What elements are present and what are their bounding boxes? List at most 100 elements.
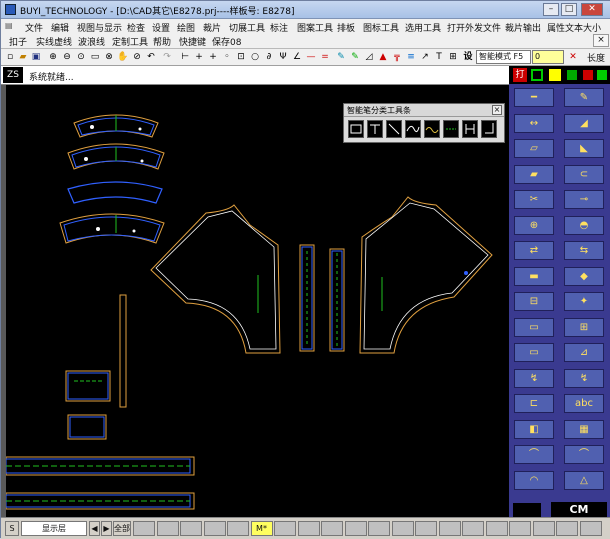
menu-select-tools[interactable]: 选用工具 <box>405 21 441 34</box>
palette-tool-icon[interactable]: ▭ <box>514 343 554 362</box>
corner-tool-icon[interactable] <box>481 120 497 138</box>
measure-icon[interactable]: ∂ <box>263 51 275 63</box>
palette-tool-icon[interactable]: ↯ <box>514 368 554 388</box>
palette-tool-icon[interactable]: ◧ <box>514 419 554 439</box>
palette-tool-icon[interactable]: ◓ <box>564 215 604 235</box>
next-layer-button[interactable]: ▶ <box>101 521 112 536</box>
circle-icon[interactable]: ○ <box>249 51 261 63</box>
palette-tool-icon[interactable]: ⊸ <box>564 190 604 209</box>
zoom-out-icon[interactable]: ⊖ <box>61 51 73 63</box>
menu-check[interactable]: 检查 <box>127 21 145 34</box>
palette-tool-icon[interactable]: ⇄ <box>514 241 554 260</box>
layer-cell[interactable] <box>156 521 179 536</box>
palette-tool-icon[interactable]: ⌒ <box>514 445 554 464</box>
menu-attr-text-size[interactable]: 属性文本大小 <box>547 21 601 34</box>
value-input[interactable]: 0 <box>532 50 564 64</box>
palette-tri-icon[interactable] <box>597 70 607 80</box>
zoom-all-icon[interactable]: ⊗ <box>103 51 115 63</box>
pencil-cyan-icon[interactable]: ✎ <box>335 51 347 63</box>
palette-tool-icon[interactable]: ◠ <box>514 470 554 490</box>
palette-tool-icon[interactable]: ◣ <box>564 139 604 158</box>
layer-select[interactable]: 显示层 <box>21 521 87 536</box>
palette-mode-button[interactable]: 打 <box>513 68 527 82</box>
title-bar[interactable]: BUYI_TECHNOLOGY - [D:\CAD其它\E8278.prj---… <box>1 1 610 19</box>
seam-blue-icon[interactable]: ≡ <box>405 51 417 63</box>
palette-red-icon[interactable] <box>583 70 593 80</box>
minimize-button[interactable]: – <box>543 3 559 16</box>
layer-cell[interactable] <box>556 521 578 536</box>
angle-icon[interactable]: ∠ <box>291 51 303 63</box>
mode-select[interactable]: 智能模式 F5 <box>476 50 531 64</box>
palette-tool-icon[interactable]: ▦ <box>564 419 604 439</box>
palette-tool-icon[interactable]: ✂ <box>514 190 554 209</box>
rect-tool-icon[interactable] <box>348 120 364 138</box>
h-tool-icon[interactable] <box>462 120 478 138</box>
layer-cell[interactable] <box>415 521 437 536</box>
palette-tool-icon[interactable]: ✦ <box>564 292 604 311</box>
menu-settings[interactable]: 设置 <box>152 21 170 34</box>
dash-tool-icon[interactable] <box>443 120 459 138</box>
menu-pattern-tools[interactable]: 图案工具 <box>297 21 333 34</box>
text-t-icon[interactable]: T <box>433 51 445 63</box>
set-button[interactable]: 设 <box>462 51 474 63</box>
prev-layer-button[interactable]: ◀ <box>89 521 100 536</box>
smart-pen-toolbar-close[interactable]: × <box>492 105 502 115</box>
calculator-icon[interactable] <box>513 503 541 517</box>
arrow-icon[interactable]: ↗ <box>419 51 431 63</box>
redo-icon[interactable]: ↷ <box>161 51 173 63</box>
palette-tool-icon[interactable]: ⌒ <box>564 445 604 464</box>
layer-cell[interactable] <box>532 521 555 536</box>
palette-tool-icon[interactable]: ▭ <box>514 317 554 337</box>
palette-tool-icon[interactable]: ▱ <box>514 139 554 158</box>
curve-tool-icon[interactable] <box>405 120 421 138</box>
palette-tool-icon[interactable]: ⊏ <box>514 394 554 413</box>
layer-cell[interactable] <box>368 521 390 536</box>
all-layers-button[interactable]: 全部 <box>113 521 131 536</box>
palette-tool-icon[interactable]: ⇆ <box>564 241 604 260</box>
palette-tool-icon[interactable]: abc <box>564 394 604 413</box>
palette-tool-icon[interactable]: ⊞ <box>564 317 604 337</box>
menu-draw[interactable]: 绘图 <box>177 21 195 34</box>
menu-file[interactable]: 文件 <box>25 21 43 34</box>
box-icon[interactable]: ⊡ <box>235 51 247 63</box>
palette-tool-icon[interactable]: ━ <box>514 88 554 107</box>
palette-tool-icon[interactable]: ↯ <box>564 368 604 388</box>
menu-buttons[interactable]: 扣子 <box>9 35 27 48</box>
layer-cell[interactable] <box>297 521 320 536</box>
close-window-button[interactable]: ✕ <box>581 3 603 16</box>
palette-tool-icon[interactable]: ⊕ <box>514 215 554 235</box>
triangle-red-icon[interactable]: ▲ <box>377 51 389 63</box>
clear-icon[interactable]: ✕ <box>567 51 579 63</box>
dot-icon[interactable]: ◦ <box>221 51 233 63</box>
menu-wave-line[interactable]: 波浪线 <box>78 35 105 48</box>
layer-cell[interactable] <box>579 521 602 536</box>
menu-annotate[interactable]: 标注 <box>270 21 288 34</box>
layer-cell[interactable] <box>462 521 484 536</box>
palette-select-icon[interactable] <box>531 69 543 81</box>
zoom-in-icon[interactable]: ⊕ <box>47 51 59 63</box>
palette-tool-icon[interactable]: ↔ <box>514 113 554 133</box>
menu-pieces[interactable]: 裁片 <box>203 21 221 34</box>
plus-icon[interactable]: + <box>207 51 219 63</box>
smart-pen-toolbar[interactable]: 智能笔分类工具条 × <box>343 103 505 143</box>
close-document-button[interactable]: × <box>593 34 609 47</box>
trident-icon[interactable]: Ψ <box>277 51 289 63</box>
palette-tool-icon[interactable]: △ <box>564 470 604 490</box>
s-button[interactable]: S <box>5 521 19 536</box>
menu-slash-tools[interactable]: 切展工具 <box>229 21 265 34</box>
menu-shortcuts[interactable]: 快捷键 <box>179 35 206 48</box>
menu-icon-tools[interactable]: 图标工具 <box>363 21 399 34</box>
palette-tool-icon[interactable]: ⊿ <box>564 343 604 362</box>
palette-tool-icon[interactable]: ◆ <box>564 266 604 286</box>
palette-tool-icon[interactable]: ⊂ <box>564 164 604 184</box>
notch-icon[interactable]: ╦ <box>391 51 403 63</box>
line-tool-icon[interactable] <box>386 120 402 138</box>
open-folder-icon[interactable]: ▰ <box>17 51 29 63</box>
menu-piece-output[interactable]: 裁片输出 <box>505 21 541 34</box>
smart-pen-toolbar-header[interactable]: 智能笔分类工具条 × <box>344 104 504 117</box>
palette-green-icon[interactable] <box>567 70 577 80</box>
layer-cell[interactable] <box>180 521 202 536</box>
layer-cell[interactable] <box>391 521 414 536</box>
menu-help[interactable]: 帮助 <box>153 35 171 48</box>
palette-tool-icon[interactable]: ◢ <box>564 113 604 133</box>
